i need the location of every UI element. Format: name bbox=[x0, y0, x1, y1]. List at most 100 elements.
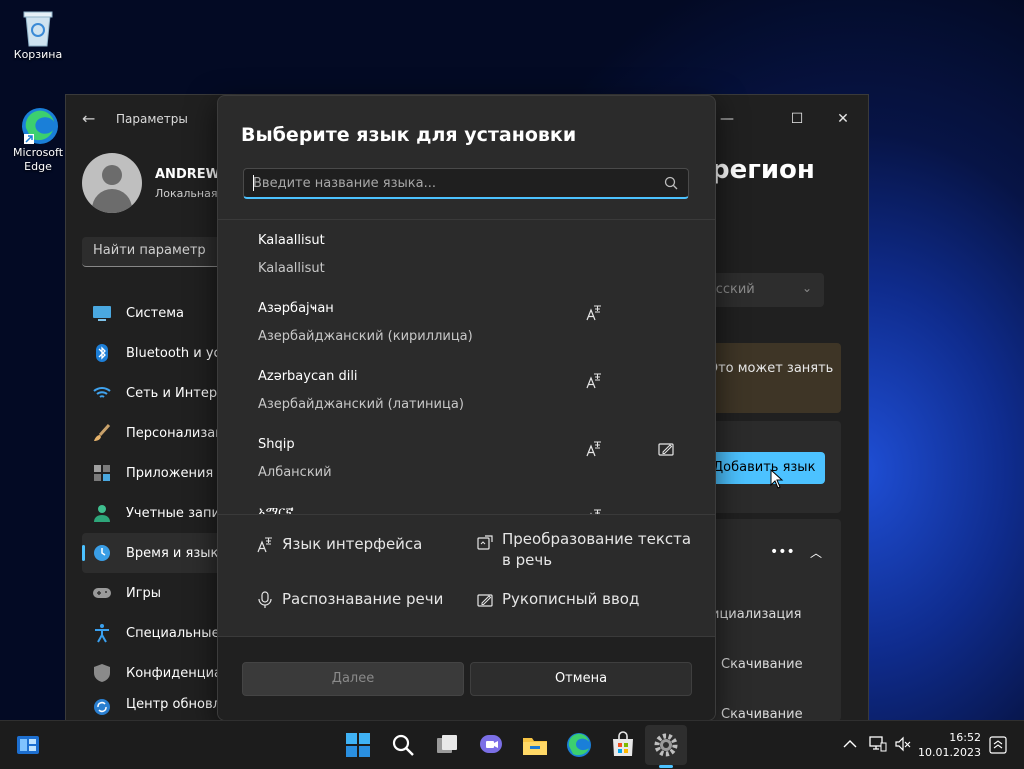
language-list: Kalaallisut Kalaallisut Азәрбајҹан Азерб… bbox=[218, 220, 715, 514]
language-localized-name: Албанский bbox=[258, 465, 332, 480]
legend-handwriting: Рукописный ввод bbox=[477, 589, 640, 610]
desktop-icon-edge[interactable]: Microsoft Edge bbox=[3, 106, 73, 174]
wifi-icon bbox=[93, 387, 111, 398]
language-localized-name: Kalaallisut bbox=[258, 261, 325, 276]
nav-item-label: Сеть и Интерн bbox=[126, 385, 226, 401]
clock-time: 16:52 bbox=[949, 731, 981, 744]
desktop-icon-label: Корзина bbox=[13, 48, 63, 61]
search-icon[interactable] bbox=[663, 175, 679, 191]
taskbar: 16:52 10.01.2023 bbox=[0, 720, 1024, 769]
widgets-icon[interactable] bbox=[14, 731, 42, 759]
shield-icon bbox=[94, 664, 110, 682]
language-native-name: Shqip bbox=[258, 437, 295, 452]
language-search-box[interactable] bbox=[243, 168, 689, 199]
next-button[interactable]: Далее bbox=[242, 662, 464, 696]
microsoft-store-icon[interactable] bbox=[609, 731, 637, 759]
language-native-name: Азәрбајҹан bbox=[258, 301, 334, 316]
dialog-footer: Далее Отмена bbox=[218, 636, 715, 720]
clock-globe-icon bbox=[94, 545, 110, 561]
add-language-button[interactable]: Добавить язык bbox=[706, 452, 825, 484]
display-language-icon bbox=[586, 373, 601, 389]
back-arrow-icon[interactable]: ← bbox=[82, 109, 95, 128]
display-language-icon bbox=[586, 305, 601, 321]
display-language-icon bbox=[257, 537, 272, 553]
microphone-icon bbox=[258, 591, 272, 608]
edge-icon bbox=[20, 106, 58, 144]
clock-date: 10.01.2023 bbox=[918, 746, 981, 759]
text-to-speech-icon bbox=[477, 535, 493, 550]
maximize-icon[interactable]: ☐ bbox=[774, 103, 820, 135]
nav-item-label: Персонализац bbox=[126, 425, 225, 441]
close-icon[interactable]: ✕ bbox=[820, 103, 866, 135]
language-native-name: Kalaallisut bbox=[258, 233, 325, 248]
language-item[interactable]: Азәрбајҹан Азербайджанский (кириллица) bbox=[218, 288, 715, 356]
language-item[interactable]: Kalaallisut Kalaallisut bbox=[218, 220, 715, 288]
status-text: ициализация bbox=[711, 607, 802, 622]
mouse-cursor-icon bbox=[770, 469, 784, 489]
cancel-button[interactable]: Отмена bbox=[470, 662, 692, 696]
file-explorer-icon[interactable] bbox=[521, 731, 549, 759]
divider bbox=[218, 514, 715, 515]
volume-muted-icon[interactable] bbox=[894, 735, 912, 753]
notification-icon[interactable] bbox=[988, 735, 1008, 755]
network-icon[interactable] bbox=[869, 735, 887, 753]
page-title: регион bbox=[711, 155, 815, 185]
nav-item-label: Центр обновл bbox=[126, 697, 221, 712]
legend-display-language: Язык интерфейса bbox=[257, 534, 423, 555]
edge-icon[interactable] bbox=[565, 731, 593, 759]
more-options-icon[interactable]: ••• bbox=[770, 544, 795, 560]
window-title: Параметры bbox=[116, 112, 188, 126]
monitor-icon bbox=[93, 306, 111, 321]
language-search-input[interactable] bbox=[253, 174, 653, 192]
update-icon bbox=[94, 699, 110, 715]
legend-text-to-speech: Преобразование текста в речь bbox=[477, 529, 692, 571]
language-localized-name: Азербайджанский (латиница) bbox=[258, 397, 464, 412]
teams-chat-icon[interactable] bbox=[477, 731, 505, 759]
desktop-icon-recycle-bin[interactable]: Корзина bbox=[3, 8, 73, 62]
legend-label: Преобразование текста в речь bbox=[502, 530, 692, 569]
handwriting-icon bbox=[658, 443, 674, 456]
desktop-icon-label: Microsoft Edge bbox=[12, 146, 64, 173]
language-localized-name: Азербайджанский (кириллица) bbox=[258, 329, 473, 344]
nav-item-label: Конфиденциал bbox=[126, 665, 231, 681]
language-item[interactable]: Shqip Албанский bbox=[218, 424, 715, 492]
nav-item-label: Время и язык bbox=[126, 545, 219, 561]
choose-language-dialog: Выберите язык для установки Kalaallisut … bbox=[217, 95, 716, 721]
legend-label: Распознавание речи bbox=[282, 590, 444, 608]
apps-icon bbox=[94, 465, 110, 481]
display-language-icon bbox=[586, 441, 601, 457]
legend-label: Рукописный ввод bbox=[502, 590, 640, 608]
user-role: Локальная bbox=[155, 187, 218, 200]
brush-icon bbox=[94, 423, 111, 441]
feature-legend: Язык интерфейса Преобразование текста в … bbox=[218, 516, 715, 636]
legend-label: Язык интерфейса bbox=[282, 535, 423, 553]
nav-item-label: Специальные bbox=[126, 625, 220, 641]
user-name: ANDREW bbox=[155, 167, 220, 182]
language-item[interactable]: አማርኛ bbox=[218, 492, 715, 514]
avatar[interactable] bbox=[82, 153, 142, 213]
accessibility-icon bbox=[95, 624, 109, 643]
status-text: Скачивание bbox=[721, 657, 803, 672]
chevron-up-icon[interactable] bbox=[843, 739, 857, 749]
gamepad-icon bbox=[93, 588, 111, 598]
warning-text: Это может занять bbox=[709, 361, 834, 376]
chevron-up-icon[interactable]: ︿ bbox=[810, 544, 822, 561]
start-icon[interactable] bbox=[344, 731, 372, 759]
clock[interactable]: 16:52 10.01.2023 bbox=[918, 730, 981, 760]
person-icon bbox=[94, 505, 110, 522]
legend-speech-recognition: Распознавание речи bbox=[258, 589, 444, 610]
nav-item-label: Приложения bbox=[126, 465, 214, 481]
nav-item-label: Игры bbox=[126, 585, 162, 601]
dialog-title: Выберите язык для установки bbox=[241, 124, 577, 146]
nav-item-label: Учетные запис bbox=[126, 505, 228, 521]
chevron-down-icon: ⌄ bbox=[801, 281, 812, 295]
task-view-icon[interactable] bbox=[433, 731, 461, 759]
language-item[interactable]: Azərbaycan dili Азербайджанский (латиниц… bbox=[218, 356, 715, 424]
language-native-name: Azərbaycan dili bbox=[258, 369, 358, 384]
text-caret bbox=[253, 175, 254, 191]
search-icon[interactable] bbox=[389, 731, 417, 759]
settings-gear-icon[interactable] bbox=[652, 731, 680, 759]
nav-item-label: Система bbox=[126, 305, 185, 321]
recycle-bin-icon bbox=[20, 8, 56, 47]
handwriting-icon bbox=[477, 594, 493, 607]
